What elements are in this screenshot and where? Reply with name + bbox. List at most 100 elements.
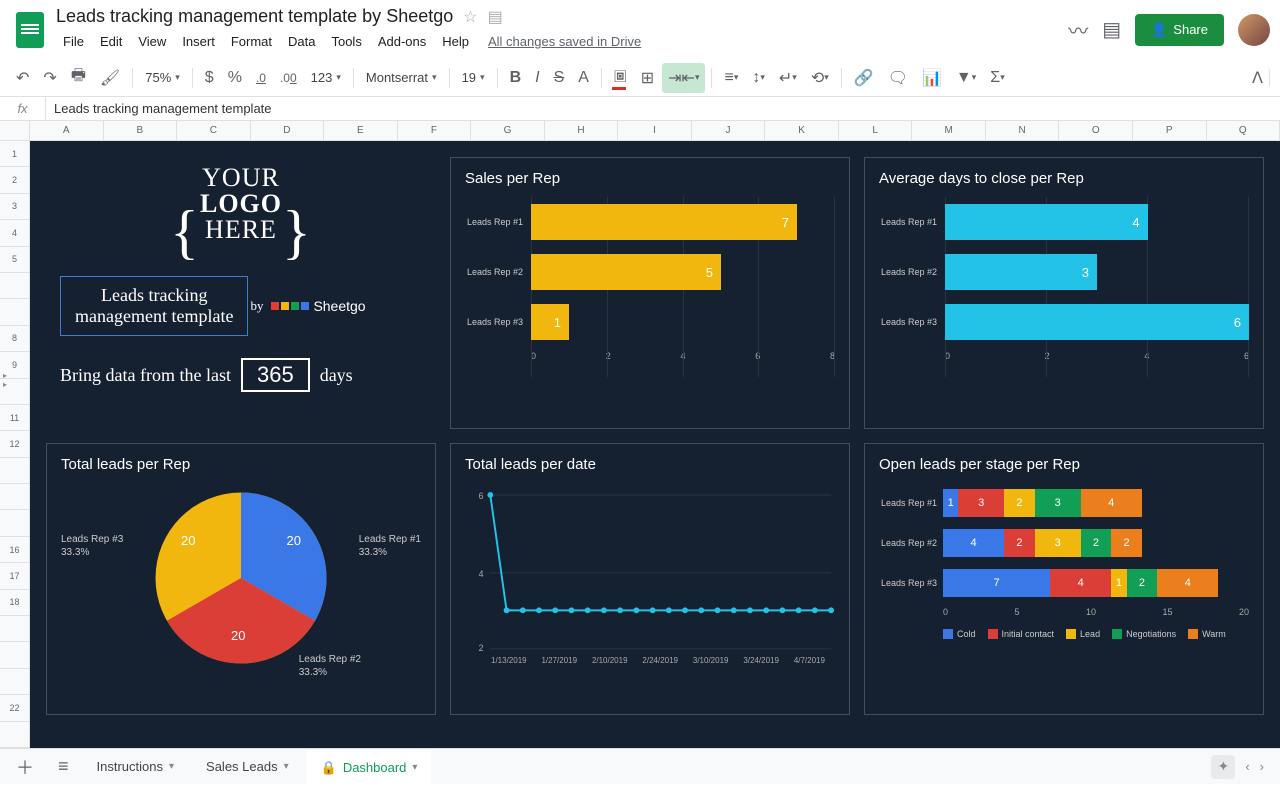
functions-button[interactable]: Σ ▾ — [984, 64, 1010, 92]
link-button[interactable]: 🔗 — [848, 63, 880, 93]
more-formats-button[interactable]: 123▾ — [305, 66, 347, 89]
percent-button[interactable]: % — [222, 64, 248, 92]
col-header[interactable]: J — [692, 121, 766, 140]
row-header[interactable]: 18 — [0, 590, 29, 616]
menu-format[interactable]: Format — [224, 30, 279, 53]
col-header[interactable]: N — [986, 121, 1060, 140]
row-header[interactable] — [0, 616, 29, 642]
menu-tools[interactable]: Tools — [324, 30, 368, 53]
fill-color-button[interactable]: 🞖 — [608, 64, 633, 92]
row-header[interactable] — [0, 722, 29, 748]
col-header[interactable]: I — [618, 121, 692, 140]
currency-button[interactable]: $ — [199, 64, 220, 92]
menu-addons[interactable]: Add-ons — [371, 30, 433, 53]
col-header[interactable]: A — [30, 121, 104, 140]
sheetgo-brand: Sheetgo — [271, 298, 365, 314]
menu-edit[interactable]: Edit — [93, 30, 129, 53]
row-header[interactable]: 4 — [0, 220, 29, 246]
row-header[interactable]: 22 — [0, 695, 29, 721]
menu-data[interactable]: Data — [281, 30, 322, 53]
row-header[interactable] — [0, 299, 29, 325]
col-header[interactable]: C — [177, 121, 251, 140]
template-title-box[interactable]: Leads tracking management template — [60, 276, 248, 336]
bold-button[interactable]: B — [504, 64, 528, 92]
tab-dashboard[interactable]: 🔒Dashboard ▾ — [307, 750, 432, 784]
row-header[interactable] — [0, 458, 29, 484]
halign-button[interactable]: ≡ ▾ — [718, 64, 744, 92]
col-header[interactable]: M — [912, 121, 986, 140]
increase-decimal-button[interactable]: .00 — [274, 66, 303, 90]
activity-icon[interactable]: 〰 — [1068, 15, 1088, 44]
row-header[interactable]: 8 — [0, 326, 29, 352]
share-button[interactable]: 👤 Share — [1135, 14, 1224, 46]
select-all-cell[interactable] — [0, 121, 30, 140]
row-header[interactable]: 12 — [0, 431, 29, 457]
row-header[interactable] — [0, 669, 29, 695]
print-button[interactable]: 🖶 — [65, 59, 92, 96]
decrease-decimal-button[interactable]: .0 — [250, 66, 272, 90]
move-folder-icon[interactable]: ▤ — [488, 7, 503, 27]
paint-format-button[interactable]: 🖌 — [94, 63, 126, 93]
formula-input[interactable]: Leads tracking management template — [46, 101, 272, 116]
collapse-toolbar-button[interactable]: ᐱ — [1246, 68, 1270, 88]
star-icon[interactable]: ☆ — [463, 7, 477, 27]
row-header[interactable] — [0, 642, 29, 668]
font-size-select[interactable]: 19 ▾ — [456, 66, 491, 89]
col-header[interactable]: H — [545, 121, 619, 140]
scroll-right-icon[interactable]: › — [1260, 759, 1264, 774]
borders-button[interactable]: ⊞ — [635, 63, 660, 93]
menu-view[interactable]: View — [131, 30, 173, 53]
all-sheets-button[interactable]: ≡ — [48, 750, 79, 783]
tab-sales-leads[interactable]: Sales Leads ▾ — [192, 751, 303, 782]
account-avatar[interactable] — [1238, 14, 1270, 46]
explore-button[interactable]: ✦ — [1211, 755, 1235, 779]
zoom-select[interactable]: 75% ▾ — [139, 66, 186, 89]
row-header[interactable]: 17 — [0, 563, 29, 589]
text-color-button[interactable]: A — [572, 64, 595, 92]
row-header[interactable]: 11 — [0, 405, 29, 431]
col-header[interactable]: D — [251, 121, 325, 140]
changes-saved-link[interactable]: All changes saved in Drive — [488, 34, 641, 49]
col-header[interactable]: E — [324, 121, 398, 140]
col-header[interactable]: P — [1133, 121, 1207, 140]
row-header[interactable]: 2 — [0, 167, 29, 193]
doc-title[interactable]: Leads tracking management template by Sh… — [56, 6, 453, 27]
tab-instructions[interactable]: Instructions ▾ — [83, 751, 189, 782]
comment-icon[interactable]: ▤ — [1102, 17, 1121, 42]
font-select[interactable]: Montserrat ▾ — [360, 66, 443, 89]
rotate-button[interactable]: ⟲ ▾ — [805, 63, 835, 93]
menu-help[interactable]: Help — [435, 30, 476, 53]
row-group-toggle[interactable]: ▸▸ — [3, 371, 7, 389]
valign-button[interactable]: ↕ ▾ — [746, 64, 771, 92]
comment-insert-button[interactable]: 🗨 — [882, 63, 914, 93]
row-header[interactable]: 3 — [0, 194, 29, 220]
col-header[interactable]: K — [765, 121, 839, 140]
col-header[interactable]: L — [839, 121, 913, 140]
row-header[interactable] — [0, 484, 29, 510]
undo-button[interactable]: ↶ — [10, 63, 35, 93]
strike-button[interactable]: S — [548, 64, 571, 92]
row-header[interactable]: 5 — [0, 247, 29, 273]
col-header[interactable]: B — [104, 121, 178, 140]
days-input[interactable]: 365 — [241, 358, 310, 392]
row-header[interactable]: 1 — [0, 141, 29, 167]
row-header[interactable] — [0, 273, 29, 299]
col-header[interactable]: F — [398, 121, 472, 140]
menu-insert[interactable]: Insert — [175, 30, 222, 53]
sheets-logo[interactable] — [10, 10, 50, 50]
merge-cells-button[interactable]: ⇥⇤ ▾ — [662, 63, 705, 93]
italic-button[interactable]: I — [529, 64, 545, 92]
row-header[interactable] — [0, 510, 29, 536]
scroll-left-icon[interactable]: ‹ — [1245, 759, 1249, 774]
chart-sales-per-rep: Sales per Rep Leads Rep #17Leads Rep #25… — [450, 157, 850, 429]
menu-file[interactable]: File — [56, 30, 91, 53]
redo-button[interactable]: ↷ — [37, 63, 62, 93]
col-header[interactable]: Q — [1207, 121, 1280, 140]
col-header[interactable]: O — [1059, 121, 1133, 140]
col-header[interactable]: G — [471, 121, 545, 140]
wrap-button[interactable]: ↵ ▾ — [773, 63, 803, 93]
add-sheet-button[interactable]: ＋ — [6, 748, 44, 786]
row-header[interactable]: 16 — [0, 537, 29, 563]
chart-button[interactable]: 📊 — [916, 63, 948, 93]
filter-button[interactable]: ▼ ▾ — [950, 64, 982, 92]
